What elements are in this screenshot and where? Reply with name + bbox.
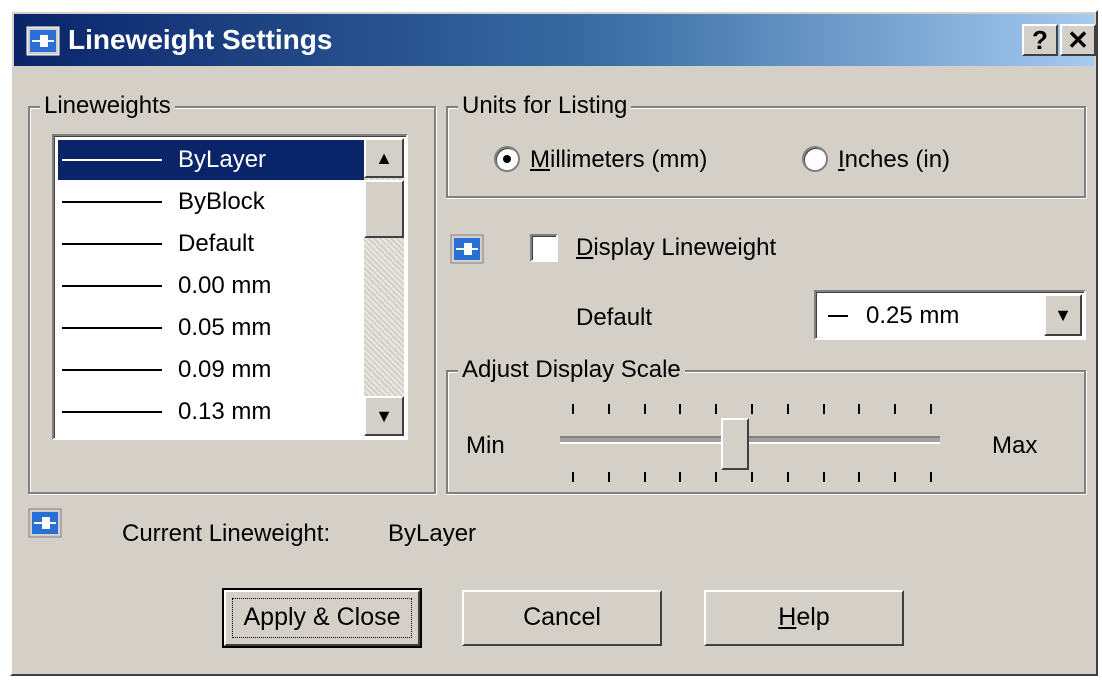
cancel-button[interactable]: Cancel [462,590,662,646]
scale-max-label: Max [992,432,1038,459]
slider-tick [858,472,861,482]
units-group-label: Units for Listing [458,92,632,120]
window-title: Lineweight Settings [68,24,333,55]
inches-label-rest: nches (in) [844,146,951,173]
inches-label[interactable]: Inches (in) [838,146,950,174]
slider-tick [894,404,897,414]
lineweight-sample-line [62,285,162,287]
lineweight-sample-line [62,243,162,245]
slider-tick [679,404,682,414]
slider-tick [930,472,932,482]
slider-tick [822,472,825,482]
slider-track [560,436,940,444]
lineweight-list-item[interactable]: ByLayer [58,140,364,180]
lineweight-sample-line [62,369,162,371]
slider-tick [572,404,574,414]
current-lineweight-icon [28,508,62,538]
display-lineweight-checkbox[interactable] [530,234,558,262]
current-lineweight-value: ByLayer [388,520,477,547]
lineweight-list-item[interactable]: 0.09 mm [58,350,364,390]
default-lineweight-dropdown[interactable]: 0.25 mm ▼ [814,290,1086,340]
millimeters-radio[interactable] [494,146,520,172]
lineweight-item-label: ByLayer [178,146,267,173]
slider-thumb[interactable] [721,418,750,470]
display-scale-group: Adjust Display Scale [446,356,1086,494]
lineweights-scrollbar[interactable]: ▲ ▼ [364,138,404,436]
slider-tick [715,404,718,414]
lineweight-sample-line [62,159,162,161]
slider-tick [607,404,610,414]
slider-tick [751,404,753,414]
lineweight-item-label: 0.09 mm [178,356,272,383]
millimeters-label-rest: illimeters (mm) [550,146,708,173]
dropdown-arrow-icon[interactable]: ▼ [1044,294,1082,336]
millimeters-label[interactable]: Millimeters (mm) [530,146,707,174]
slider-tick [715,472,718,482]
scroll-down-arrow-icon[interactable]: ▼ [364,396,404,436]
scroll-up-arrow-icon[interactable]: ▲ [364,138,404,178]
lineweight-item-label: 0.00 mm [178,272,272,299]
cancel-label: Cancel [523,603,601,631]
lineweight-sample-line [828,315,848,317]
slider-tick [572,472,574,482]
current-lineweight-label: Current Lineweight: [122,520,331,547]
slider-tick [679,472,682,482]
slider-tick [786,472,789,482]
default-label: Default [576,304,653,331]
inches-radio[interactable] [802,146,828,172]
lineweight-list-item[interactable]: Default [58,224,364,264]
help-mnemonic: H [778,603,797,631]
lineweight-item-label: 0.05 mm [178,314,272,341]
help-label-rest: elp [796,603,830,631]
title-bar[interactable]: Lineweight Settings ? ✕ [14,14,1096,66]
display-lineweight-label[interactable]: Display Lineweight [576,234,776,262]
lineweight-app-icon [26,26,60,56]
apply-close-button[interactable]: Apply & Close [222,588,422,648]
display-lineweight-label-rest: isplay Lineweight [593,234,777,261]
close-button[interactable]: ✕ [1060,24,1096,56]
radio-selected-dot [503,155,511,163]
slider-tick [894,472,897,482]
focus-rectangle [232,598,412,638]
lineweight-sample-line [62,201,162,203]
lineweight-sample-line [62,327,162,329]
slider-tick [607,472,610,482]
slider-tick [858,404,861,414]
lineweight-list-item[interactable]: 0.13 mm [58,392,364,432]
display-lineweight-icon [450,234,484,264]
lineweight-list-item[interactable]: ByBlock [58,182,364,222]
lineweight-item-label: Default [178,230,255,257]
slider-tick [930,404,932,414]
lineweight-sample-line [62,411,162,413]
slider-tick [751,472,753,482]
scroll-thumb[interactable] [364,180,404,238]
display-scale-group-label: Adjust Display Scale [458,356,685,384]
slider-tick [643,404,646,414]
scale-min-label: Min [466,432,505,459]
help-title-button[interactable]: ? [1022,24,1058,56]
lineweight-item-label: ByBlock [178,188,265,215]
help-button[interactable]: Help [704,590,904,646]
slider-tick [822,404,825,414]
slider-tick [786,404,789,414]
lineweights-group-label: Lineweights [40,92,175,120]
lineweight-list-item[interactable]: 0.05 mm [58,308,364,348]
lineweights-listbox[interactable]: ByLayer ByBlock Default 0.00 mm 0.05 mm 0.09 … [52,134,408,440]
lineweight-item-label: 0.13 mm [178,398,272,425]
lineweight-settings-dialog: Lineweight Settings ? ✕ Lineweights ByLa… [10,10,1098,676]
slider-tick [643,472,646,482]
default-lineweight-value: 0.25 mm [866,302,960,329]
lineweight-list-item[interactable]: 0.00 mm [58,266,364,306]
